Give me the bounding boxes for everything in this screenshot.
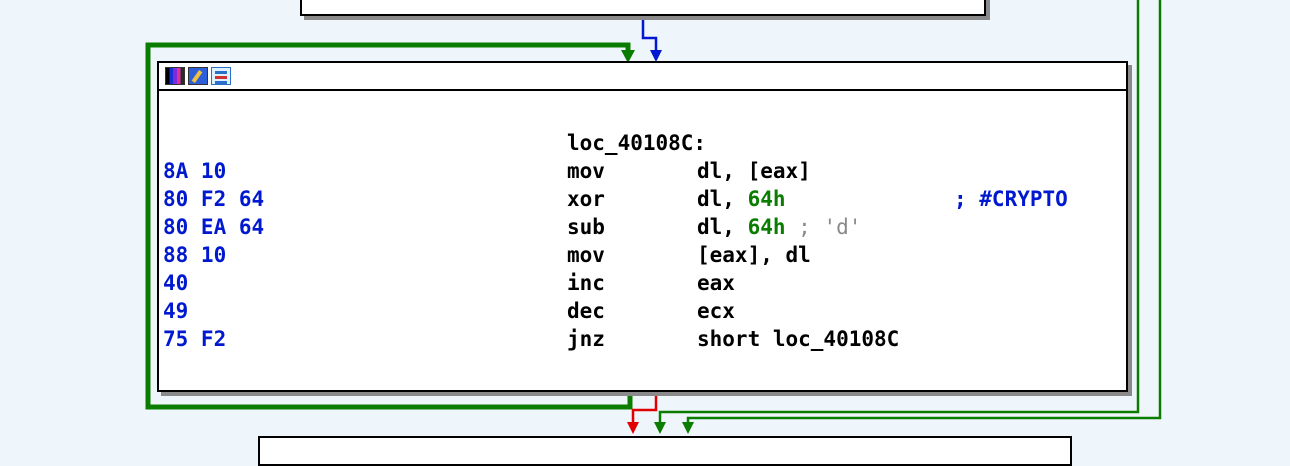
immediate-value: 64h [747,215,786,239]
operand[interactable]: [eax], dl [697,241,811,269]
next-code-node[interactable] [258,436,1072,466]
opcode-bytes: 88 10 [163,243,227,267]
opcode-bytes: 49 [163,299,189,323]
mnemonic[interactable]: inc [567,269,605,297]
location-label[interactable]: loc_40108C: [567,129,706,157]
char-comment: ; 'd' [785,215,862,239]
operand-line[interactable]: dl, 64h [697,185,786,213]
opcode-bytes: 80 F2 64 [163,187,265,211]
operand[interactable]: eax [697,269,735,297]
crypto-comment: ; #CRYPTO [954,187,1068,211]
edge-false-out [631,392,658,424]
opcode-bytes: 75 F2 [163,327,227,351]
operand: dl, [697,215,748,239]
opcode-bytes: 80 EA 64 [163,215,265,239]
edge-right-green-2-arrow [682,422,694,434]
mnemonic[interactable]: jnz [567,325,605,353]
code-node-loc-40108c[interactable]: loc_40108C: 8A 10 mov dl, [eax] 80 F2 64… [157,61,1128,392]
immediate-value: 64h [747,187,786,211]
operand[interactable]: short loc_40108C [697,325,899,353]
previous-code-node[interactable] [300,0,986,16]
operand: dl, [697,187,748,211]
operand-line[interactable]: dl, 64h ; 'd' [697,213,861,241]
node-titlebar [159,63,1126,91]
mnemonic[interactable]: xor [567,185,605,213]
mnemonic[interactable]: dec [567,297,605,325]
opcode-bytes: 40 [163,271,189,295]
edit-icon[interactable] [188,67,208,85]
palette-icon[interactable] [165,67,185,85]
edge-false-out-arrow [627,422,639,434]
edge-right-green-1-arrow [654,422,666,434]
operand[interactable]: dl, [eax] [697,157,811,185]
mnemonic[interactable]: sub [567,213,605,241]
operand[interactable]: ecx [697,297,735,325]
opcode-bytes: 8A 10 [163,159,227,183]
mnemonic[interactable]: mov [567,157,605,185]
graph-overview-icon[interactable] [211,67,231,85]
mnemonic[interactable]: mov [567,241,605,269]
